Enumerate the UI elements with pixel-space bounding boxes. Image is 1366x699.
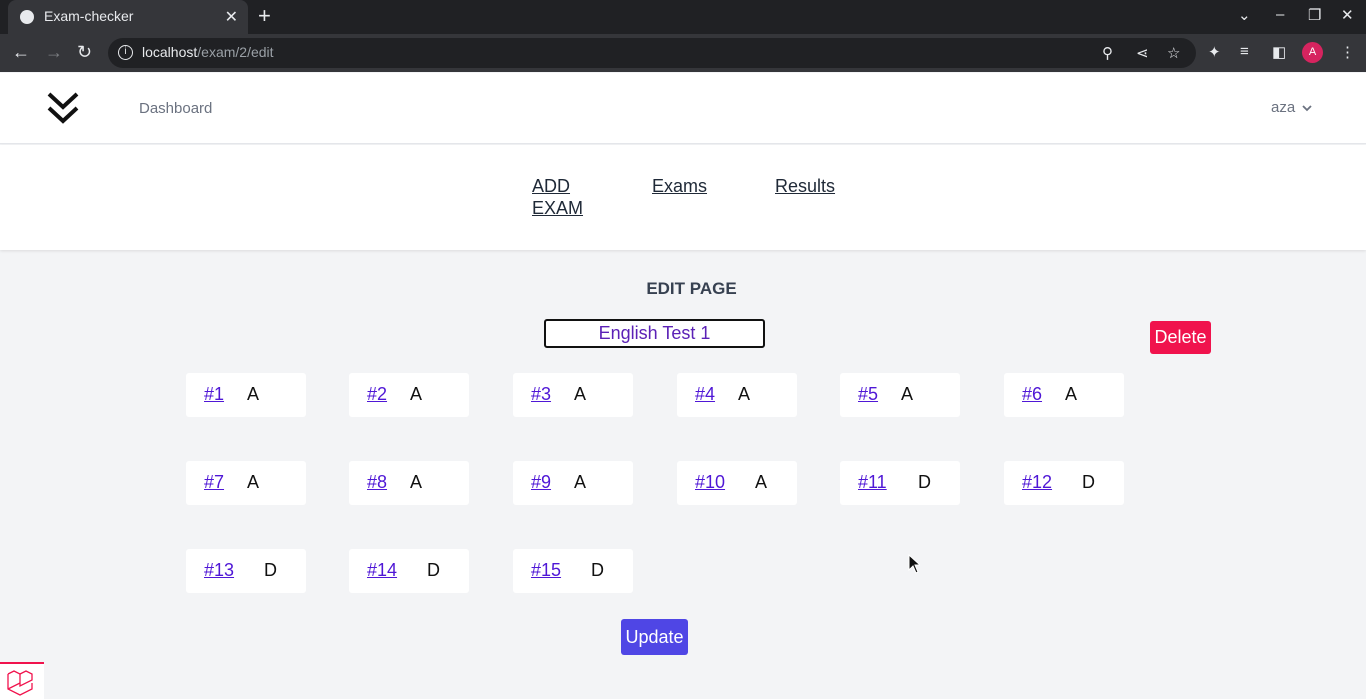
question-number-link[interactable]: #1 [204,384,224,405]
question-card: #10 A [677,461,797,505]
sidepanel-icon[interactable]: ◧ [1272,43,1286,61]
browser-tab-bar: Exam-checker ✕ + ⌄ – ❐ ✕ [0,0,1366,34]
question-card: #8 A [349,461,469,505]
forward-icon[interactable]: → [45,42,63,63]
window-close-icon[interactable]: ✕ [1341,6,1354,24]
menu-icon[interactable]: ⋮ [1340,43,1355,61]
question-number-link[interactable]: #11 [858,472,887,493]
question-card: #14 D [349,549,469,593]
minimize-icon[interactable]: – [1276,6,1284,23]
question-number-link[interactable]: #14 [367,560,397,581]
back-icon[interactable]: ← [12,42,30,63]
url-path: /exam/2/edit [197,44,274,60]
question-number-link[interactable]: #12 [1022,472,1052,493]
logo-icon[interactable] [46,91,80,127]
star-icon[interactable]: ☆ [1167,44,1180,62]
question-number-link[interactable]: #4 [695,384,715,405]
question-card: #6 A [1004,373,1124,417]
profile-avatar[interactable]: A [1302,42,1323,63]
question-number-link[interactable]: #3 [531,384,551,405]
cursor-icon [908,554,920,574]
laravel-badge[interactable] [0,662,44,699]
share-icon[interactable]: ⋖ [1136,44,1149,62]
question-card: #9 A [513,461,633,505]
reload-icon[interactable]: ↻ [77,42,92,63]
dashboard-link[interactable]: Dashboard [139,100,212,117]
results-link[interactable]: Results [775,175,835,197]
new-tab-button[interactable]: + [258,3,271,29]
delete-button[interactable]: Delete [1150,321,1211,354]
user-menu[interactable]: aza [1271,99,1295,116]
url-host: localhost [142,44,198,60]
question-answer[interactable]: D [427,560,440,581]
question-answer[interactable]: A [574,472,586,493]
tab-close-icon[interactable]: ✕ [225,7,238,26]
question-answer[interactable]: D [591,560,604,581]
add-exam-line1: ADD [532,176,571,196]
add-exam-link[interactable]: ADD EXAM [532,175,583,219]
question-card: #11 D [840,461,960,505]
question-answer[interactable]: A [247,472,259,493]
chevron-down-icon[interactable] [1302,103,1312,113]
add-exam-line2: EXAM [532,198,584,218]
question-card: #15 D [513,549,633,593]
question-card: #13 D [186,549,306,593]
exam-name-input[interactable]: English Test 1 [544,319,765,348]
question-number-link[interactable]: #13 [204,560,234,581]
question-card: #1 A [186,373,306,417]
question-answer[interactable]: A [247,384,259,405]
globe-icon [20,10,34,24]
question-answer[interactable]: A [1065,384,1077,405]
exams-link[interactable]: Exams [652,175,707,197]
question-number-link[interactable]: #8 [367,472,387,493]
question-answer[interactable]: A [410,472,422,493]
question-card: #3 A [513,373,633,417]
media-icon[interactable]: ≡ [1240,43,1249,60]
tab-search-icon[interactable]: ⌄ [1238,6,1251,24]
browser-tab[interactable]: Exam-checker ✕ [8,0,248,34]
zoom-icon[interactable]: ⚲ [1102,44,1113,62]
address-bar[interactable]: i localhost/exam/2/edit ⚲ ⋖ ☆ [108,38,1196,68]
app-navigation: Dashboard aza [0,73,1366,144]
browser-toolbar: ← → ↻ i localhost/exam/2/edit ⚲ ⋖ ☆ ✦ ≡ … [0,34,1366,72]
question-card: #4 A [677,373,797,417]
question-answer[interactable]: D [918,472,931,493]
question-card: #2 A [349,373,469,417]
question-number-link[interactable]: #2 [367,384,387,405]
question-answer[interactable]: D [264,560,277,581]
question-number-link[interactable]: #5 [858,384,878,405]
question-number-link[interactable]: #10 [695,472,725,493]
question-card: #5 A [840,373,960,417]
info-icon[interactable]: i [118,45,133,60]
extensions-icon[interactable]: ✦ [1208,43,1221,61]
question-number-link[interactable]: #7 [204,472,224,493]
question-number-link[interactable]: #6 [1022,384,1042,405]
page-title: EDIT PAGE [646,279,737,298]
update-button[interactable]: Update [621,619,688,655]
question-number-link[interactable]: #15 [531,560,561,581]
question-number-link[interactable]: #9 [531,472,551,493]
question-answer[interactable]: A [410,384,422,405]
question-card: #7 A [186,461,306,505]
question-answer[interactable]: A [738,384,750,405]
sub-navigation: ADD EXAM Exams Results [0,145,1366,250]
maximize-icon[interactable]: ❐ [1308,6,1321,24]
question-card: #12 D [1004,461,1124,505]
question-answer[interactable]: A [755,472,767,493]
question-answer[interactable]: A [574,384,586,405]
question-answer[interactable]: A [901,384,913,405]
tab-title: Exam-checker [44,8,134,24]
question-answer[interactable]: D [1082,472,1095,493]
url-text: localhost/exam/2/edit [142,44,274,60]
laravel-icon [7,670,33,696]
